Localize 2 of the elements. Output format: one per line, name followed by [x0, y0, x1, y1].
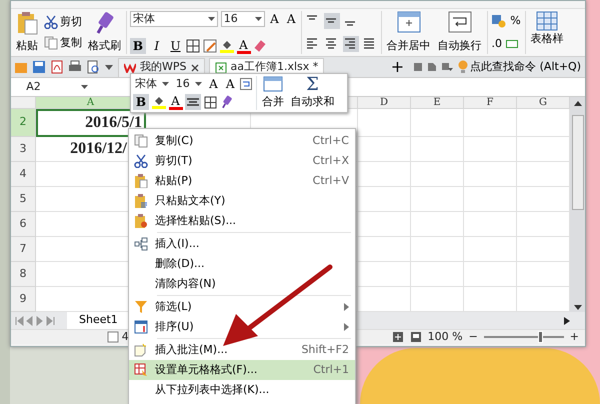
zoom-level: 100 % [428, 328, 463, 345]
cell-count: 4 [122, 328, 129, 345]
